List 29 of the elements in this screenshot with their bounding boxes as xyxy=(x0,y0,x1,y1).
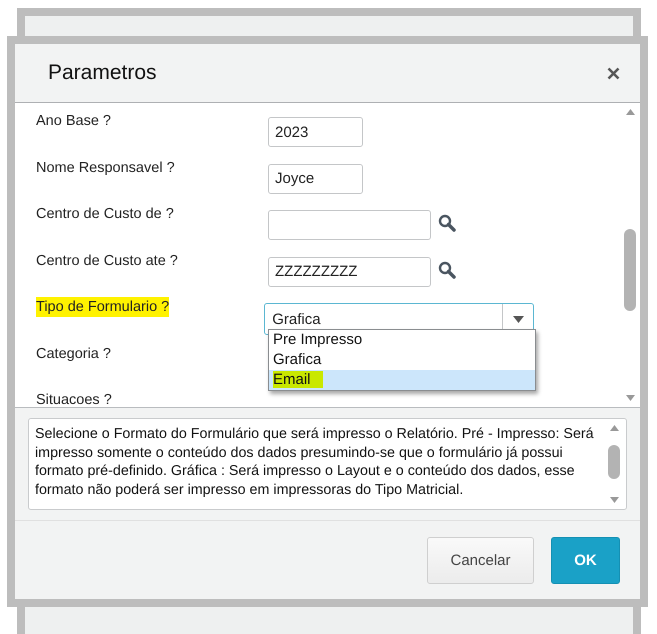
option-label: Grafica xyxy=(273,351,322,368)
dropdown-option[interactable]: Email xyxy=(269,370,535,390)
field-label: Tipo de Formulario ? xyxy=(36,297,170,317)
close-icon[interactable] xyxy=(607,66,620,80)
scroll-thumb[interactable] xyxy=(624,229,636,311)
dialog-title: Parametros xyxy=(48,61,157,85)
field-label: Ano Base ? xyxy=(36,112,112,131)
caret-icon xyxy=(512,316,524,322)
field-label: Situacoes ? xyxy=(36,391,113,407)
input-field[interactable]: ZZZZZZZZZ xyxy=(268,256,431,286)
field-label: Nome Responsavel ? xyxy=(36,158,176,178)
scroll-down-icon[interactable] xyxy=(626,395,634,401)
dropdown-option[interactable]: Grafica xyxy=(269,350,535,370)
input-field[interactable]: 2023 xyxy=(268,117,363,147)
search-icon[interactable] xyxy=(438,260,456,278)
search-icon[interactable] xyxy=(438,214,456,232)
scroll-down-icon[interactable] xyxy=(610,497,618,503)
option-label: Email xyxy=(273,371,323,388)
help-text: Selecione o Formato do Formulário que será impresso o Relatório. Pré - Impresso: Será impresso somente o conteúdo dos dados presumindo-se que o formulário já possui formato pré-definido. Gráfica : Será impresso o Layout e o conteúdo dos dados, esse formato não poderá ser impresso em impressoras do Tipo Matricial. xyxy=(35,425,595,500)
scrollbar[interactable] xyxy=(623,109,637,401)
field-label: Centro de Custo de ? xyxy=(36,205,175,224)
scroll-up-icon[interactable] xyxy=(626,109,634,115)
cancel-button[interactable]: Cancelar xyxy=(427,536,534,584)
field-label: Categoria ? xyxy=(36,344,112,364)
input-field[interactable] xyxy=(268,210,431,240)
scroll-thumb[interactable] xyxy=(608,445,620,479)
input-field[interactable]: Joyce xyxy=(268,164,363,194)
field-label: Centro de Custo ate ? xyxy=(36,252,179,270)
scroll-up-icon[interactable] xyxy=(610,425,618,431)
